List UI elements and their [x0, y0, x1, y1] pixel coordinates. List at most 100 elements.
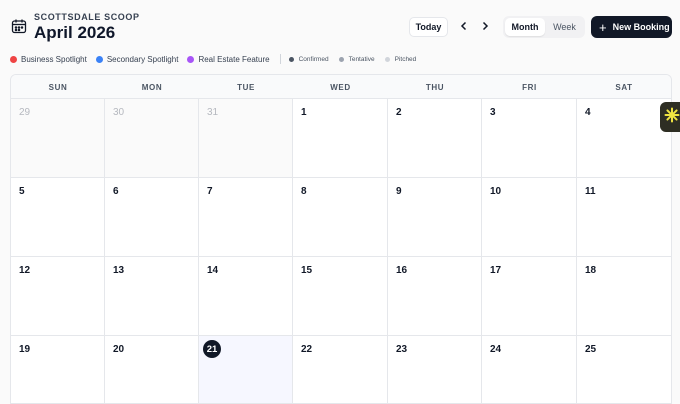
day-cell[interactable]: 21 [199, 336, 293, 403]
status-dot [384, 56, 390, 62]
weekday-label-sat: SAT [615, 82, 633, 92]
legend-item-secondary-spotlight: Secondary Spotlight [95, 54, 179, 64]
next-month-button[interactable] [476, 17, 494, 37]
weekday-label-thu: THU [425, 82, 445, 92]
day-number: 12 [19, 265, 31, 276]
chevron-left-icon [460, 18, 468, 36]
day-cell[interactable]: 10 [482, 178, 577, 257]
day-cell[interactable]: 7 [199, 178, 293, 257]
side-widget-button[interactable] [660, 102, 680, 132]
status-item-pitched: Pitched [384, 55, 417, 63]
previous-month-button[interactable] [455, 17, 473, 37]
view-month-button[interactable]: Month [505, 18, 545, 36]
legend-label: Real Estate Feature [198, 54, 270, 64]
day-cell[interactable]: 12 [11, 257, 105, 336]
day-number: 10 [490, 186, 502, 197]
day-number: 6 [113, 186, 119, 197]
new-booking-button[interactable]: + New Booking [591, 16, 672, 38]
status-label: Pitched [394, 55, 417, 63]
day-number: 17 [490, 265, 502, 276]
brand-name: SCOTTSDALE SCOOP [34, 12, 140, 22]
day-number: 9 [396, 186, 402, 197]
day-cell[interactable]: 8 [293, 178, 388, 257]
day-cell[interactable]: 3 [482, 99, 577, 178]
day-cell[interactable]: 2 [388, 99, 482, 178]
day-cell[interactable]: 16 [388, 257, 482, 336]
weekday-label-tue: TUE [237, 82, 255, 92]
status-dot [338, 56, 344, 62]
view-toggle: Month Week [503, 16, 585, 38]
day-number: 4 [585, 107, 591, 118]
day-number: 1 [301, 107, 307, 118]
calendar-header: SCOTTSDALE SCOOP April 2026 Today Month … [0, 0, 680, 50]
day-cell[interactable]: 9 [388, 178, 482, 257]
day-number: 7 [207, 186, 213, 197]
legend-divider [279, 54, 281, 64]
day-number: 13 [113, 265, 125, 276]
day-cell[interactable]: 17 [482, 257, 577, 336]
day-number: 22 [301, 344, 313, 355]
day-number: 30 [113, 107, 125, 118]
day-number: 20 [113, 344, 125, 355]
today-date-badge: 21 [203, 340, 221, 358]
weekday-label-fri: FRI [522, 82, 537, 92]
legend-label: Business Spotlight [21, 54, 87, 64]
legend: Business Spotlight Secondary Spotlight R… [10, 53, 426, 65]
day-cell[interactable]: 5 [11, 178, 105, 257]
day-number: 3 [490, 107, 496, 118]
weekday-header-row: SUN MON TUE WED THU FRI SAT [11, 75, 671, 99]
day-number: 11 [585, 186, 596, 197]
day-number: 14 [207, 265, 219, 276]
day-number: 18 [585, 265, 597, 276]
day-number: 15 [301, 265, 313, 276]
day-cell[interactable]: 24 [482, 336, 577, 403]
day-cell[interactable]: 25 [577, 336, 671, 403]
plus-icon: + [599, 19, 607, 35]
day-cell[interactable]: 11 [577, 178, 671, 257]
legend-label: Secondary Spotlight [106, 54, 179, 64]
day-cell[interactable]: 22 [293, 336, 388, 403]
day-cell[interactable]: 23 [388, 336, 482, 403]
day-cell[interactable]: 30 [105, 99, 199, 178]
month-grid: SUN MON TUE WED THU FRI SAT 29 30 31 1 2 3 4 5 6 7 8 9 10 1… [10, 74, 672, 404]
today-button[interactable]: Today [409, 17, 448, 37]
chevron-right-icon [481, 18, 489, 36]
day-cell[interactable]: 19 [11, 336, 105, 403]
status-label: Tentative [348, 55, 375, 63]
sparkle-icon [664, 107, 680, 128]
day-number: 31 [207, 107, 219, 118]
page-title: April 2026 [34, 23, 116, 42]
status-item-tentative: Tentative [338, 55, 375, 63]
day-number: 16 [396, 265, 408, 276]
day-cell[interactable]: 14 [199, 257, 293, 336]
day-cell[interactable]: 20 [105, 336, 199, 403]
legend-dot [95, 55, 103, 63]
day-cell[interactable]: 18 [577, 257, 671, 336]
calendar-icon [11, 18, 27, 34]
day-number: 5 [19, 186, 25, 197]
weekday-label-wed: WED [330, 82, 351, 92]
day-cell[interactable]: 1 [293, 99, 388, 178]
new-booking-label: New Booking [612, 22, 670, 32]
day-cell[interactable]: 29 [11, 99, 105, 178]
legend-item-business-spotlight: Business Spotlight [10, 55, 87, 64]
day-number: 25 [585, 344, 597, 355]
status-item-confirmed: Confirmed [288, 55, 329, 63]
day-number: 2 [396, 107, 402, 118]
day-cell[interactable]: 13 [105, 257, 199, 336]
legend-dot [10, 55, 17, 63]
weekday-label-sun: SUN [48, 82, 68, 92]
status-dot [288, 56, 294, 62]
day-cell[interactable]: 15 [293, 257, 388, 336]
legend-item-real-estate-feature: Real Estate Feature [187, 54, 270, 64]
view-week-button[interactable]: Week [546, 18, 583, 36]
day-number: 8 [301, 186, 307, 197]
day-number: 23 [396, 344, 408, 355]
legend-dot [187, 55, 195, 63]
day-cell[interactable]: 4 [577, 99, 671, 178]
day-number: 24 [490, 344, 502, 355]
status-label: Confirmed [298, 55, 329, 63]
weekday-label-mon: MON [141, 82, 163, 92]
day-cell[interactable]: 31 [199, 99, 293, 178]
day-cell[interactable]: 6 [105, 178, 199, 257]
